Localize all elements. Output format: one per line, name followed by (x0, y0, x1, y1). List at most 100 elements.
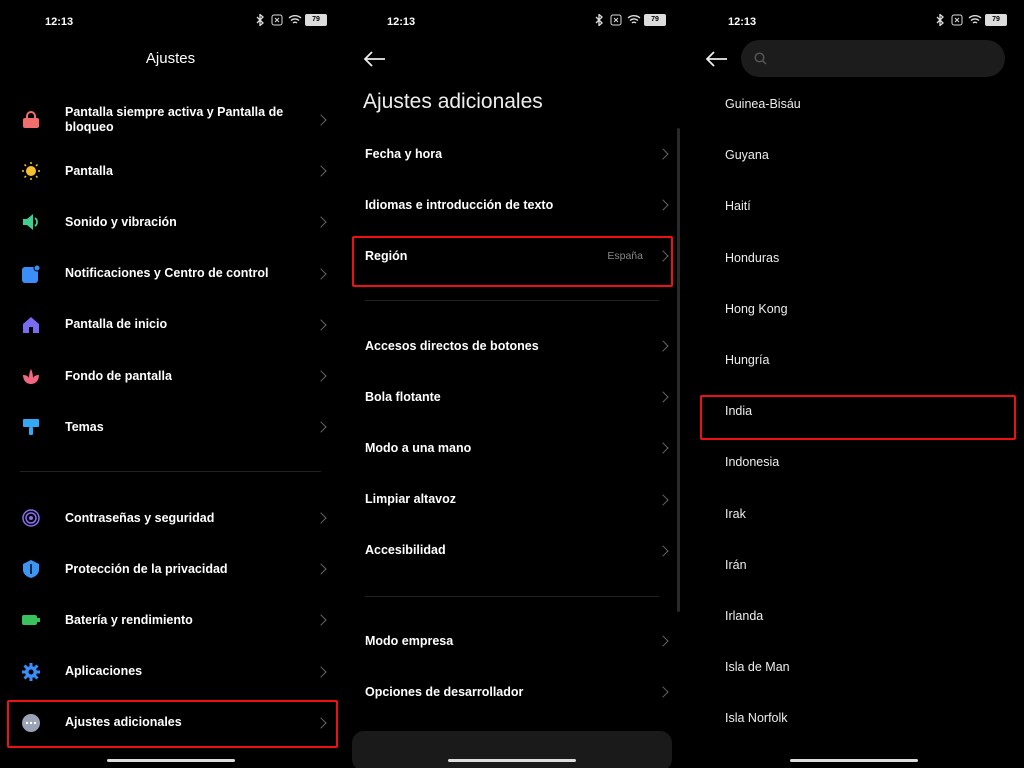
chevron-right-icon (315, 267, 327, 280)
country-item[interactable]: Hong Kong (684, 289, 1024, 329)
country-label: Indonesia (725, 455, 780, 470)
chevron-right-icon (657, 545, 669, 557)
lock-icon (22, 111, 40, 129)
chevron-right-icon (657, 340, 669, 352)
settings-item-label: Pantalla siempre activa y Pantalla de bl… (65, 105, 284, 134)
settings-item-notificaciones-y-centro-de-control[interactable]: Notificaciones y Centro de control (0, 254, 341, 294)
section-divider (365, 300, 659, 301)
menu-item-idiomas-e-introduccion-de-texto[interactable]: Idiomas e introducción de texto (342, 185, 683, 225)
chevron-right-icon (315, 512, 327, 524)
chevron-right-icon (315, 216, 327, 229)
country-item[interactable]: Guinea-Bisáu (684, 84, 1024, 124)
bluetooth-icon (254, 13, 266, 27)
settings-item-label: Fondo de pantalla (65, 368, 172, 383)
bottom-card (352, 731, 672, 768)
country-label: Irak (725, 506, 746, 521)
menu-item-modo-empresa[interactable]: Modo empresa (342, 621, 683, 661)
country-label: Hungría (725, 353, 770, 367)
settings-item-aplicaciones[interactable]: Aplicaciones (0, 652, 341, 692)
chevron-right-icon (315, 614, 327, 627)
settings-item-label: Pantalla (65, 163, 113, 178)
chevron-right-icon (657, 199, 669, 211)
menu-item-bola-flotante[interactable]: Bola flotante (342, 377, 683, 417)
status-bar: 12:13 79 (342, 12, 683, 32)
menu-item-modo-a-una-mano[interactable]: Modo a una mano (342, 428, 683, 468)
chevron-right-icon (657, 148, 669, 160)
chevron-right-icon (315, 114, 327, 126)
battery-icon (22, 611, 40, 629)
menu-item-limpiar-altavoz[interactable]: Limpiar altavoz (342, 480, 683, 520)
country-label: Hong Kong (725, 301, 788, 316)
menu-item-label: Fecha y hora (365, 146, 443, 161)
no-sim-icon (610, 14, 622, 26)
settings-panel: 12:13 79 Ajustes Pantalla siempre activa… (0, 0, 341, 768)
settings-item-pantalla-siempre-activa-y-pantalla-de-bloqueo[interactable]: Pantalla siempre activa y Pantalla de bl… (0, 100, 341, 140)
chevron-right-icon (657, 686, 669, 698)
settings-item-label: Batería y rendimiento (65, 612, 193, 627)
country-item[interactable]: Isla de Man (684, 647, 1024, 687)
status-time: 12:13 (45, 16, 74, 28)
status-bar: 12:13 79 (0, 12, 341, 32)
settings-item-fondo-de-pantalla[interactable]: Fondo de pantalla (0, 356, 341, 396)
flower-icon (22, 367, 40, 385)
menu-item-fecha-y-hora[interactable]: Fecha y hora (342, 134, 683, 174)
country-item[interactable]: Hungría (684, 340, 1024, 380)
settings-item-sonido-y-vibracion[interactable]: Sonido y vibración (0, 202, 341, 242)
country-item[interactable]: Honduras (684, 238, 1024, 278)
menu-item-accesos-directos-de-botones[interactable]: Accesos directos de botones (342, 326, 683, 366)
settings-item-label: Temas (65, 419, 104, 434)
back-arrow-icon[interactable] (705, 51, 728, 67)
settings-item-bateria-y-rendimiento[interactable]: Batería y rendimiento (0, 600, 341, 640)
settings-item-proteccion-de-la-privacidad[interactable]: Protección de la privacidad (0, 549, 341, 589)
chevron-right-icon (657, 391, 669, 403)
menu-item-accesibilidad[interactable]: Accesibilidad (342, 531, 683, 571)
battery-indicator: 79 (644, 14, 666, 26)
settings-item-label: Contraseñas y seguridad (65, 510, 215, 525)
wifi-icon (627, 14, 641, 26)
home-indicator (448, 759, 576, 762)
wifi-icon (968, 14, 982, 26)
search-icon (754, 52, 767, 70)
country-item[interactable]: Irak (684, 494, 1024, 534)
search-input[interactable] (741, 40, 1005, 77)
settings-item-pantalla[interactable]: Pantalla (0, 151, 341, 191)
country-item[interactable]: Indonesia (684, 442, 1024, 482)
scrollbar[interactable] (677, 128, 680, 612)
country-label: Irán (725, 557, 747, 572)
home-icon (22, 316, 40, 334)
chevron-right-icon (315, 319, 327, 331)
country-item[interactable]: Isla Norfolk (684, 698, 1024, 738)
status-bar: 12:13 79 (684, 12, 1024, 32)
settings-item-temas[interactable]: Temas (0, 407, 341, 447)
section-divider (365, 596, 659, 597)
back-arrow-icon[interactable] (363, 51, 386, 67)
menu-item-opciones-de-desarrollador[interactable]: Opciones de desarrollador (342, 672, 683, 712)
chevron-right-icon (315, 370, 327, 382)
menu-item-label: Bola flotante (365, 389, 441, 404)
additional-settings-panel: 12:13 79 Ajustes adicionales Fecha y hor… (342, 0, 683, 768)
home-indicator (790, 759, 918, 762)
bluetooth-icon (934, 13, 946, 27)
home-indicator (107, 759, 235, 762)
settings-item-contrasenas-y-seguridad[interactable]: Contraseñas y seguridad (0, 498, 341, 538)
settings-item-pantalla-de-inicio[interactable]: Pantalla de inicio (0, 305, 341, 345)
section-divider (20, 471, 321, 472)
country-item[interactable]: Irán (684, 545, 1024, 585)
country-label: Guinea-Bisáu (725, 97, 801, 111)
country-item[interactable]: Haití (684, 186, 1024, 226)
country-label: Guyana (725, 148, 769, 163)
settings-item-label: Pantalla de inicio (65, 317, 168, 332)
notification-icon (22, 264, 41, 283)
menu-item-label: Idiomas e introducción de texto (365, 197, 554, 212)
region-panel: 12:13 79 Guinea-Bisáu Guyana Haití Honduras… (684, 0, 1024, 768)
settings-item-label: Notificaciones y Centro de control (65, 266, 269, 281)
gear-icon (22, 662, 40, 681)
menu-item-label: Modo empresa (365, 633, 454, 648)
country-item[interactable]: Irlanda (684, 596, 1024, 636)
menu-item-label: Opciones de desarrollador (365, 684, 524, 699)
chevron-right-icon (657, 635, 669, 647)
chevron-right-icon (315, 165, 327, 177)
highlight-box (700, 395, 1016, 440)
country-item[interactable]: Guyana (684, 135, 1024, 175)
menu-item-label: Accesibilidad (365, 543, 446, 558)
